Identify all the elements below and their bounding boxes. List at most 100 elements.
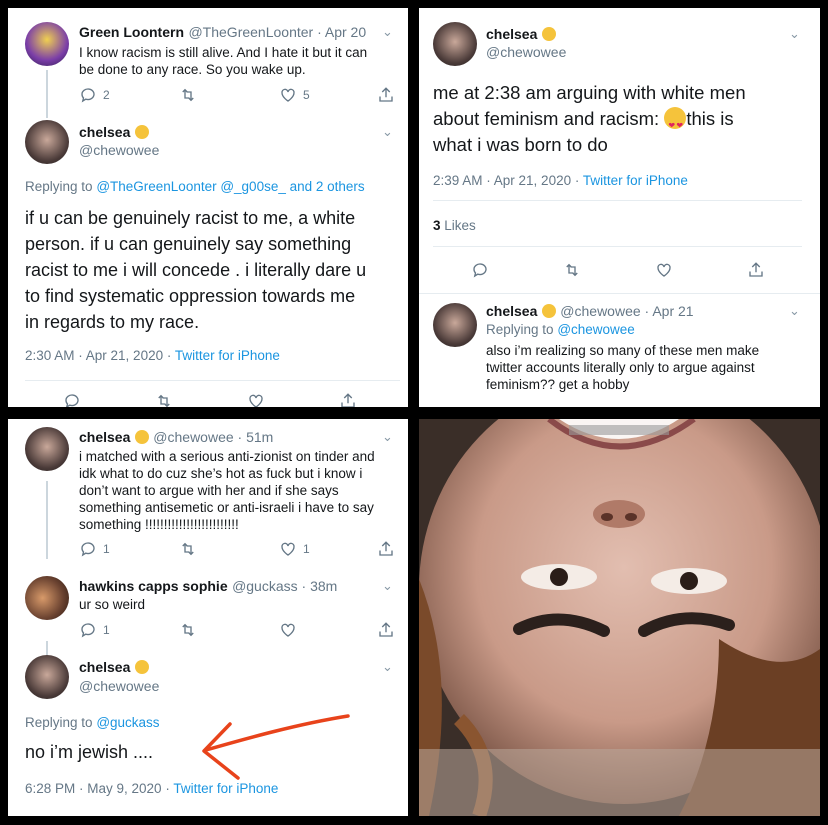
- tweet-author-name[interactable]: hawkins capps sophie: [79, 578, 228, 594]
- heart-icon: [281, 623, 295, 637]
- replying-to-link[interactable]: @chewowee: [557, 322, 635, 337]
- reply-button[interactable]: 2: [79, 86, 179, 104]
- reply-button[interactable]: 1: [79, 540, 179, 558]
- share-icon: [749, 262, 763, 277]
- tweet-author-name[interactable]: chelsea: [79, 124, 130, 140]
- chevron-down-icon[interactable]: ⌄: [789, 303, 800, 319]
- tweet-text-line: twitter accounts literally only to argue…: [486, 360, 755, 375]
- retweet-icon: [182, 623, 194, 637]
- likes-count: 3: [433, 218, 441, 233]
- tweet-text-line: something antisemetic or anti-israeli i …: [79, 500, 374, 515]
- reply-button[interactable]: [471, 261, 563, 279]
- chevron-down-icon[interactable]: ⌄: [382, 659, 393, 675]
- tweet-text-line: i matched with a serious anti-zionist on…: [79, 449, 375, 464]
- user-avatar[interactable]: [25, 120, 69, 164]
- user-avatar[interactable]: [25, 576, 69, 620]
- heart-eyes-emoji-icon: ❤ ❤: [664, 107, 687, 130]
- tweet-source[interactable]: Twitter for iPhone: [175, 348, 280, 363]
- chevron-down-icon[interactable]: ⌄: [382, 429, 393, 445]
- tweet-author-handle[interactable]: @chewowee · 51m: [153, 429, 273, 445]
- share-icon: [379, 622, 393, 637]
- tweet-author-name[interactable]: chelsea: [79, 659, 130, 675]
- reply-count: 2: [103, 88, 110, 102]
- share-button[interactable]: [377, 621, 395, 639]
- like-button[interactable]: [655, 261, 747, 279]
- likes-link[interactable]: 3 Likes: [433, 218, 476, 233]
- tweet-text-line: what i was born to do: [433, 134, 608, 155]
- tweet-screenshot-panel-2: chelsea @chewowee ⌄ me at 2:38 am arguin…: [419, 8, 820, 407]
- retweet-button[interactable]: [563, 261, 655, 279]
- reply-icon: [81, 623, 95, 638]
- tweet-author-name[interactable]: Green Loontern: [79, 24, 184, 40]
- replying-to-link[interactable]: @TheGreenLoonter @_g00se_ and 2 others: [96, 179, 364, 194]
- tweet-text-line: also i’m realizing so many of these men …: [486, 343, 760, 358]
- user-avatar[interactable]: [25, 22, 69, 66]
- share-button[interactable]: [377, 540, 395, 558]
- tweet-text-line: me at 2:38 am arguing with white men: [433, 82, 746, 103]
- tweet-text-line: don’t want to argue with her and if she …: [79, 483, 339, 498]
- share-button[interactable]: [747, 261, 765, 279]
- emoji-icon: [541, 27, 556, 41]
- user-avatar[interactable]: [433, 22, 477, 66]
- retweet-button[interactable]: [179, 621, 279, 639]
- reply-count: 1: [103, 623, 110, 637]
- tweet-text-line: to find systematic oppression towards me: [25, 286, 356, 306]
- like-button[interactable]: 5: [279, 86, 377, 104]
- share-button[interactable]: [377, 86, 395, 104]
- tweet-author-name[interactable]: chelsea: [486, 303, 537, 319]
- selfie-photo: [419, 419, 820, 816]
- tweet-source[interactable]: Twitter for iPhone: [583, 173, 688, 188]
- tweet-text-line: in regards to my race.: [25, 312, 200, 332]
- retweet-icon: [182, 542, 194, 556]
- tweet-timestamp[interactable]: 2:30 AM · Apr 21, 2020 ·: [25, 348, 175, 363]
- reply-button[interactable]: 1: [79, 621, 179, 639]
- tweet-author-name[interactable]: chelsea: [486, 26, 537, 42]
- user-avatar[interactable]: [433, 303, 477, 347]
- tweet-text-line: something !!!!!!!!!!!!!!!!!!!!!!!!!: [79, 517, 239, 532]
- chevron-down-icon[interactable]: ⌄: [382, 124, 393, 140]
- tweet-source[interactable]: Twitter for iPhone: [173, 781, 278, 796]
- share-icon: [379, 541, 393, 556]
- chevron-down-icon[interactable]: ⌄: [789, 26, 800, 42]
- tweet-author-handle[interactable]: @TheGreenLoonter · Apr 20: [188, 24, 366, 40]
- user-avatar[interactable]: [25, 427, 69, 471]
- reply-icon: [473, 263, 487, 278]
- tweet-author-handle[interactable]: @chewowee · Apr 21: [560, 303, 693, 319]
- photo-image: [419, 419, 820, 816]
- replying-to-link[interactable]: @guckass: [96, 715, 159, 730]
- heart-icon: [281, 542, 295, 556]
- tweet-text-line: about feminism and racism:: [433, 108, 660, 129]
- likes-label: Likes: [444, 218, 476, 233]
- tweet-author-handle[interactable]: @guckass · 38m: [232, 578, 337, 594]
- tweet-timestamp[interactable]: 6:28 PM · May 9, 2020 ·: [25, 781, 173, 796]
- replying-to-label: Replying to: [25, 715, 93, 730]
- thread-line: [46, 70, 48, 118]
- like-button[interactable]: [247, 392, 339, 407]
- user-avatar[interactable]: [25, 655, 69, 699]
- chevron-down-icon[interactable]: ⌄: [382, 578, 393, 594]
- retweet-button[interactable]: [179, 86, 279, 104]
- chevron-down-icon[interactable]: ⌄: [382, 24, 393, 40]
- tweet-text-line: this is: [686, 108, 734, 129]
- tweet-author-handle[interactable]: @chewowee: [79, 678, 159, 694]
- divider: [25, 380, 400, 381]
- like-button[interactable]: [279, 621, 377, 639]
- tweet-text-line: racist to me i will concede . i literall…: [25, 260, 367, 280]
- reply-icon: [65, 394, 79, 407]
- retweet-button[interactable]: [155, 392, 247, 407]
- tweet-timestamp[interactable]: 2:39 AM · Apr 21, 2020 ·: [433, 173, 583, 188]
- reply-button[interactable]: [63, 392, 155, 407]
- tweet-screenshot-panel-1: Green Loontern @TheGreenLoonter · Apr 20…: [8, 8, 408, 407]
- tweet-text-line: if u can be genuinely racist to me, a wh…: [25, 208, 356, 228]
- retweet-icon: [566, 263, 578, 277]
- retweet-button[interactable]: [179, 540, 279, 558]
- heart-icon: [249, 394, 263, 407]
- reply-icon: [81, 88, 95, 103]
- tweet-author-handle[interactable]: @chewowee: [486, 44, 566, 60]
- share-button[interactable]: [339, 392, 357, 407]
- tweet-author-name[interactable]: chelsea: [79, 429, 130, 445]
- tweet-text-line: idk what to do cuz she’s hot as fuck but…: [79, 466, 363, 481]
- like-count: 1: [303, 542, 310, 556]
- tweet-author-handle[interactable]: @chewowee: [79, 142, 159, 158]
- like-button[interactable]: 1: [279, 540, 377, 558]
